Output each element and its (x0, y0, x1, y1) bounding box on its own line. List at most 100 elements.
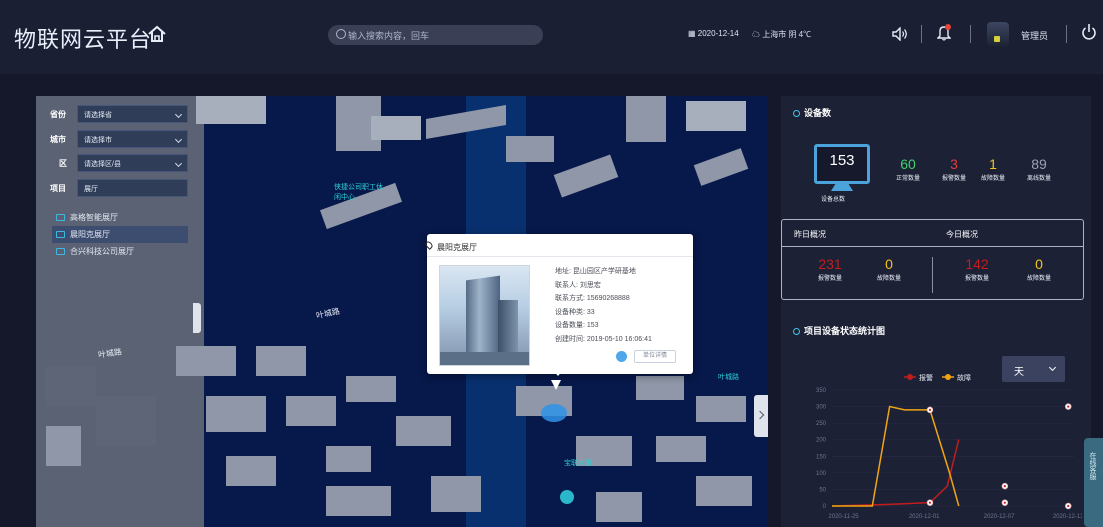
online-service-label: 在线客服 (1089, 452, 1096, 480)
province-select[interactable]: 请选择省 (77, 105, 188, 123)
y-tick-label: 150 (816, 454, 827, 460)
stat-label: 离线数量 (1026, 176, 1051, 182)
folder-icon (56, 231, 65, 238)
map-building (346, 376, 396, 402)
y-tick-label: 300 (816, 405, 827, 411)
search-input[interactable]: 输入搜索内容，回车 (328, 25, 543, 45)
map-building (696, 476, 752, 506)
map-building (286, 396, 336, 426)
date-text: 2020-12-14 (697, 29, 739, 38)
date-display: ▦ 2020-12-14 (688, 29, 739, 38)
map-building (696, 396, 746, 422)
stat-value: 60 (900, 156, 916, 172)
tree-item-label: 晨阳克展厅 (70, 230, 110, 239)
online-service-tab[interactable]: 在线客服 (1084, 438, 1103, 527)
photo-ground (440, 352, 529, 365)
site-created: 创建时间: 2019-05-10 16:06:41 (555, 335, 652, 343)
panel-collapse-handle[interactable] (193, 303, 201, 333)
ring-icon (793, 328, 800, 335)
stat-label: 故障数量 (980, 176, 1005, 182)
stat-normal: 60 正常数量 (893, 156, 923, 182)
map-building (596, 492, 642, 522)
tree-item[interactable]: 晨阳克展厅 (52, 226, 188, 243)
map-building (431, 476, 481, 512)
map-building (326, 486, 391, 516)
monitor-icon: 153 (814, 144, 870, 184)
project-label: 项目 (50, 184, 66, 193)
ring-icon (793, 110, 800, 117)
x-tick-label: 2020-11-25 (828, 514, 859, 520)
tree-item[interactable]: 合兴科技公司展厅 (52, 243, 188, 260)
avatar[interactable] (987, 22, 1009, 46)
stat-value: 0 (885, 256, 893, 272)
city-value: 请选择市 (84, 137, 112, 144)
site-info: 地址: 昆山园区产学研基地 联系人: 刘思宏 联系方式: 15690268888… (555, 265, 652, 346)
stat-value: 1 (989, 156, 997, 172)
legend-marker (907, 374, 913, 380)
stat-label: 故障数量 (876, 276, 901, 282)
divider (1066, 25, 1067, 43)
panel-expand-handle[interactable] (754, 395, 768, 437)
map-building (206, 396, 266, 432)
stat-fault: 1 故障数量 (978, 156, 1008, 182)
stat-value: 0 (1035, 256, 1043, 272)
stats-panel: 设备数 153 设备总数 60 正常数量 3 报警数量 1 故障数量 89 离线… (781, 96, 1091, 527)
total-devices-label: 设备总数 (821, 197, 846, 203)
tree-item-label: 高格智能展厅 (70, 213, 118, 222)
chevron-down-icon (174, 135, 183, 144)
data-point-center (928, 408, 932, 411)
divider (970, 25, 971, 43)
map-building (176, 346, 236, 376)
province-label: 省份 (50, 110, 66, 119)
data-point-center (1003, 485, 1006, 488)
legend-label: 故障 (957, 373, 971, 382)
stat-value: 231 (818, 256, 842, 272)
data-point-center (1067, 405, 1070, 408)
road-label: 叶城路 (315, 306, 341, 321)
stat-label: 报警数量 (817, 276, 842, 282)
divider (427, 256, 693, 257)
map-building (506, 136, 554, 162)
overview-box: 昨日概况 今日概况 231 报警数量 0 故障数量 142 报警数量 0 故障数… (781, 219, 1084, 300)
stat-value: 3 (950, 156, 958, 172)
search-icon (336, 29, 346, 39)
y-tick-label: 350 (816, 388, 827, 394)
stat-label: 报警数量 (941, 176, 966, 182)
app-root: 物联网云平台 输入搜索内容，回车 ▦ 2020-12-14 ☁ 上海市 阴 4℃… (0, 0, 1103, 527)
district-select[interactable]: 请选择区/县 (77, 154, 188, 172)
project-input[interactable]: 展厅 (77, 179, 188, 197)
project-row: 项目 展厅 (45, 179, 195, 197)
province-value: 请选择省 (84, 112, 112, 119)
volume-icon[interactable] (892, 27, 908, 41)
today-title: 今日概况 (946, 230, 978, 239)
tree-item[interactable]: 高格智能展厅 (52, 209, 188, 226)
map-poi-label: 侠捷公司职工休闲中心 (334, 184, 383, 201)
legend-marker (945, 374, 951, 380)
devices-section-title: 设备数 (793, 106, 831, 119)
power-icon[interactable] (1081, 23, 1097, 41)
tree-item-label: 合兴科技公司展厅 (70, 247, 134, 256)
map-building (256, 346, 306, 376)
map-building (626, 96, 666, 142)
data-point-center (928, 501, 932, 504)
site-info-popup: 晨阳克展厅 地址: 昆山园区产学研基地 联系人: 刘思宏 联系方式: 15690… (424, 234, 693, 376)
chevron-down-icon (174, 159, 183, 168)
folder-icon (56, 214, 65, 221)
city-select[interactable]: 请选择市 (77, 130, 188, 148)
user-name[interactable]: 管理员 (1021, 29, 1048, 42)
home-icon[interactable] (147, 24, 167, 44)
site-address: 地址: 昆山园区产学研基地 (555, 268, 636, 275)
stat-offline: 89 离线数量 (1024, 156, 1054, 182)
detail-icon (616, 351, 627, 362)
map-building (96, 396, 156, 446)
chart-title-text: 项目设备状态统计图 (804, 326, 886, 336)
site-photo (439, 265, 530, 366)
stat-label: 报警数量 (964, 276, 989, 282)
chart-section-title: 项目设备状态统计图 (793, 324, 885, 337)
map-building (553, 154, 619, 198)
y-tick-label: 50 (819, 487, 826, 493)
weather-display: ☁ 上海市 阴 4℃ (752, 30, 812, 39)
unit-detail-button[interactable]: 单位详情 (634, 350, 676, 363)
city-label: 城市 (50, 135, 66, 144)
legend-label: 报警 (919, 373, 933, 382)
